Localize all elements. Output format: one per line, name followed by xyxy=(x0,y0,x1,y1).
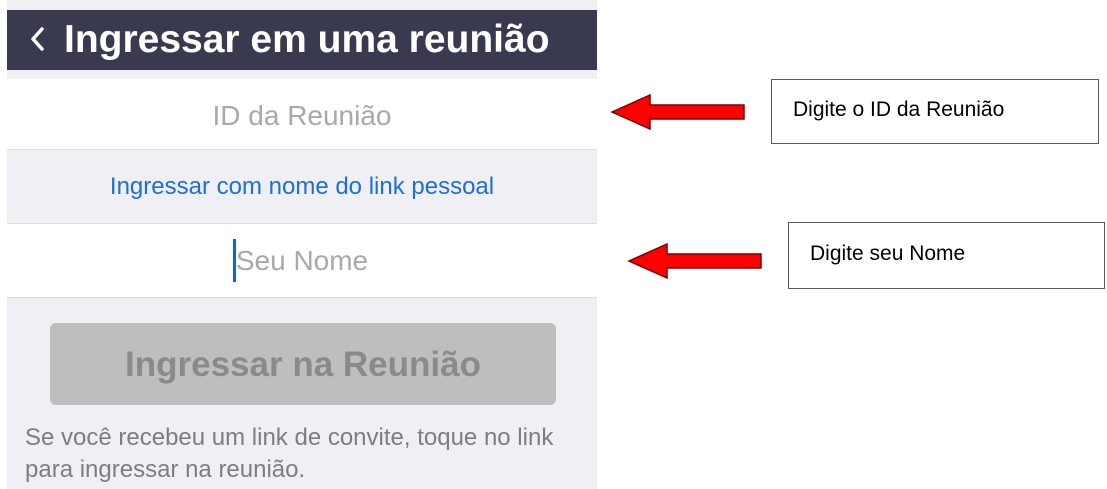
callout-enter-meeting-id: Digite o ID da Reunião xyxy=(771,79,1099,144)
red-arrow-left-icon xyxy=(627,242,762,280)
join-meeting-screen: Ingressar em uma reunião Ingressar com n… xyxy=(7,0,597,489)
red-arrow-left-icon xyxy=(610,93,745,131)
name-input[interactable] xyxy=(7,224,597,297)
invite-hint-text: Se você recebeu um link de convite, toqu… xyxy=(25,424,554,483)
text-cursor xyxy=(233,239,236,282)
personal-link-join-link[interactable]: Ingressar com nome do link pessoal xyxy=(7,150,597,222)
page-title: Ingressar em uma reunião xyxy=(64,18,550,61)
meeting-id-row xyxy=(7,79,597,150)
callout-enter-name: Digite seu Nome xyxy=(788,222,1105,289)
chevron-left-icon[interactable] xyxy=(27,24,47,54)
join-meeting-button[interactable]: Ingressar na Reunião xyxy=(50,323,556,405)
name-row xyxy=(7,223,597,298)
title-bar: Ingressar em uma reunião xyxy=(7,10,597,70)
meeting-id-input[interactable] xyxy=(7,79,597,149)
